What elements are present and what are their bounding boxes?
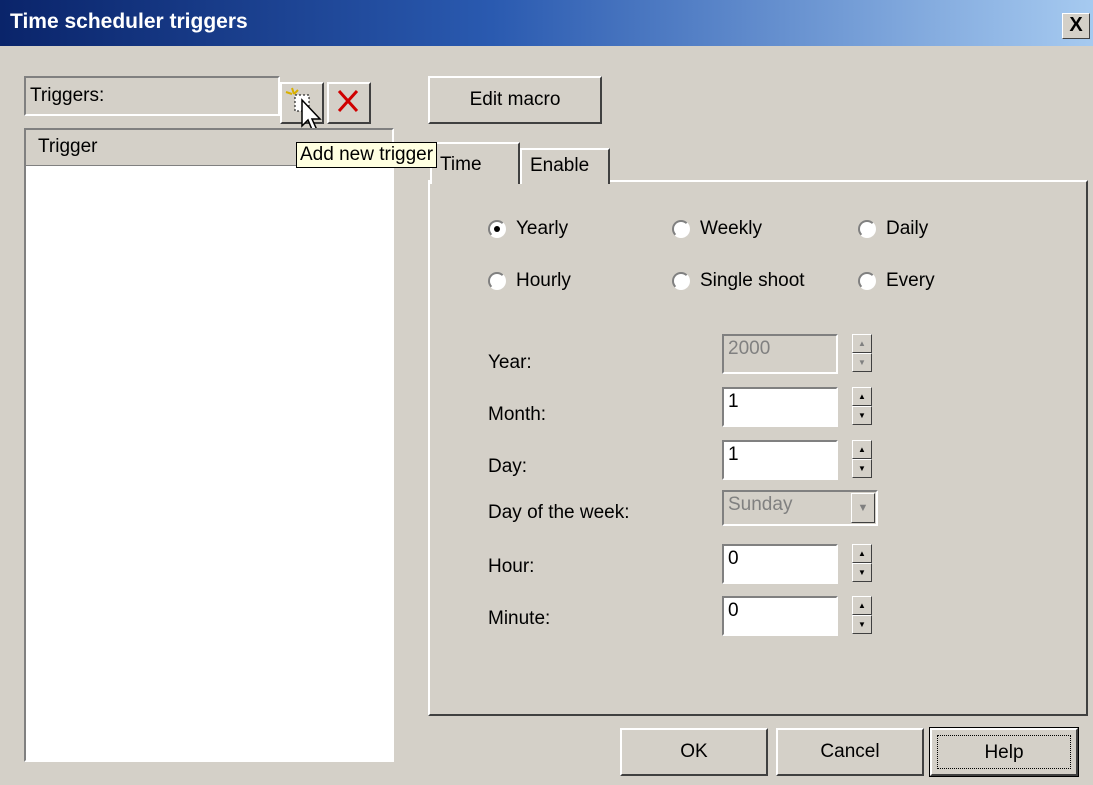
day-spinner[interactable]: ▲ ▼ <box>852 440 872 480</box>
cancel-button[interactable]: Cancel <box>776 728 924 776</box>
radio-indicator <box>858 272 876 290</box>
radio-daily[interactable]: Daily <box>858 218 928 240</box>
help-button[interactable]: Help <box>929 727 1079 777</box>
spin-down-icon[interactable]: ▼ <box>852 615 872 634</box>
spin-down-icon[interactable]: ▼ <box>852 459 872 478</box>
year-input[interactable]: 2000 <box>722 334 838 374</box>
ok-button[interactable]: OK <box>620 728 768 776</box>
month-spinner[interactable]: ▲ ▼ <box>852 387 872 427</box>
edit-macro-button[interactable]: Edit macro <box>428 76 602 124</box>
radio-daily-label: Daily <box>886 218 929 239</box>
radio-yearly[interactable]: Yearly <box>488 218 568 240</box>
day-input[interactable]: 1 <box>722 440 838 480</box>
spin-up-icon[interactable]: ▲ <box>852 596 872 615</box>
help-button-label: Help <box>937 735 1071 769</box>
minute-label: Minute: <box>488 608 551 629</box>
spin-down-icon[interactable]: ▼ <box>852 353 872 372</box>
radio-indicator <box>488 272 506 290</box>
radio-weekly[interactable]: Weekly <box>672 218 762 240</box>
triggers-label-box: Triggers: <box>24 76 280 116</box>
delete-trigger-button[interactable] <box>327 82 371 124</box>
delete-icon <box>337 89 359 113</box>
month-input[interactable]: 1 <box>722 387 838 427</box>
close-button[interactable]: X <box>1062 13 1090 39</box>
day-of-week-select[interactable]: Sunday ▼ <box>722 490 878 526</box>
hour-label: Hour: <box>488 556 535 577</box>
spin-up-icon[interactable]: ▲ <box>852 440 872 459</box>
year-spinner[interactable]: ▲ ▼ <box>852 334 872 374</box>
day-label: Day: <box>488 456 528 477</box>
window-title: Time scheduler triggers <box>10 10 248 33</box>
spin-up-icon[interactable]: ▲ <box>852 334 872 353</box>
radio-indicator <box>858 220 876 238</box>
minute-input[interactable]: 0 <box>722 596 838 636</box>
hour-input[interactable]: 0 <box>722 544 838 584</box>
radio-indicator <box>672 220 690 238</box>
add-trigger-tooltip: Add new trigger <box>296 142 438 168</box>
radio-hourly-label: Hourly <box>516 270 571 291</box>
triggers-label: Triggers: <box>30 85 105 106</box>
minute-spinner[interactable]: ▲ ▼ <box>852 596 872 636</box>
year-label: Year: <box>488 352 532 373</box>
radio-every[interactable]: Every <box>858 270 935 292</box>
tab-time[interactable]: Time <box>430 142 520 184</box>
trigger-column-label: Trigger <box>38 136 98 157</box>
radio-single-shoot-label: Single shoot <box>700 270 805 291</box>
tab-enable[interactable]: Enable <box>520 148 610 184</box>
radio-every-label: Every <box>886 270 935 291</box>
title-bar: Time scheduler triggers X <box>0 0 1093 46</box>
tab-enable-label: Enable <box>530 155 590 176</box>
day-of-week-label: Day of the week: <box>488 502 630 523</box>
day-of-week-value: Sunday <box>728 494 793 515</box>
chevron-down-icon[interactable]: ▼ <box>851 493 875 523</box>
hour-spinner[interactable]: ▲ ▼ <box>852 544 872 584</box>
tab-time-label: Time <box>440 154 482 175</box>
spin-down-icon[interactable]: ▼ <box>852 563 872 582</box>
radio-yearly-label: Yearly <box>516 218 569 239</box>
spin-up-icon[interactable]: ▲ <box>852 544 872 563</box>
radio-indicator <box>672 272 690 290</box>
radio-single-shoot[interactable]: Single shoot <box>672 270 805 292</box>
month-label: Month: <box>488 404 547 425</box>
spin-up-icon[interactable]: ▲ <box>852 387 872 406</box>
trigger-list[interactable]: Trigger <box>24 128 394 762</box>
radio-weekly-label: Weekly <box>700 218 762 239</box>
radio-hourly[interactable]: Hourly <box>488 270 571 292</box>
radio-indicator <box>488 220 506 238</box>
spin-down-icon[interactable]: ▼ <box>852 406 872 425</box>
